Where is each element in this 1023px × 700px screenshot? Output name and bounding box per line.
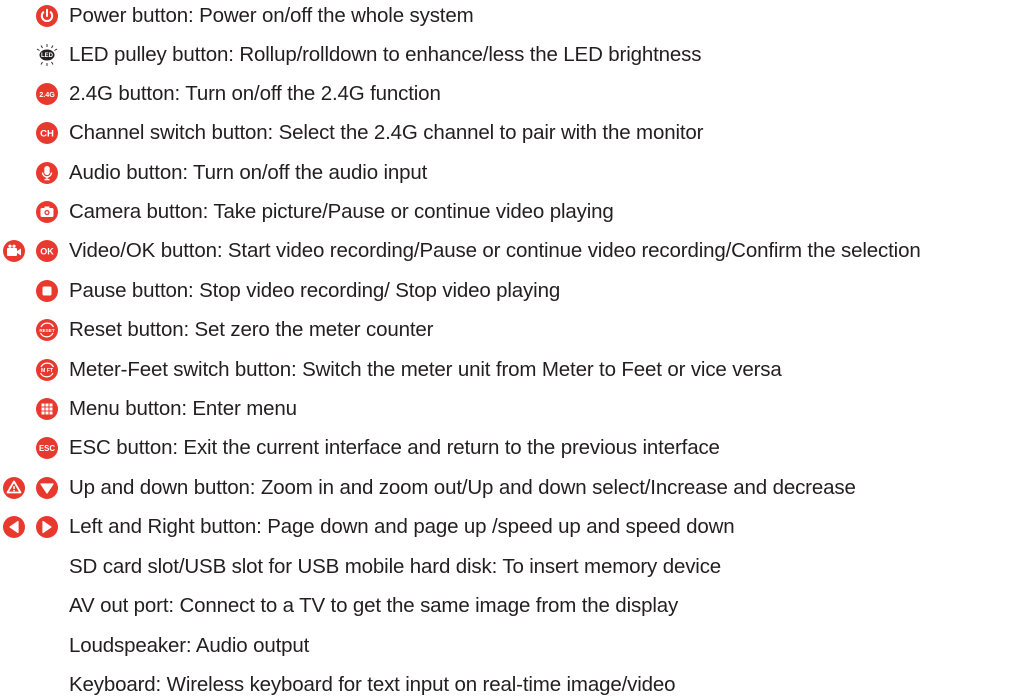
channel-icon: CH (36, 122, 58, 144)
left-arrow-icon (3, 516, 25, 538)
right-arrow-icon (36, 516, 58, 538)
svg-text:OK: OK (40, 247, 54, 257)
item-text: Audio button: Turn on/off the audio inpu… (69, 161, 428, 184)
camera-icon (36, 201, 58, 223)
item-text: Meter-Feet switch button: Switch the met… (69, 358, 782, 381)
item-text: ESC button: Exit the current interface a… (69, 436, 720, 459)
item-text: Keyboard: Wireless keyboard for text inp… (69, 673, 676, 696)
svg-text:CH: CH (40, 129, 54, 140)
item-text: Power button: Power on/off the whole sys… (69, 4, 474, 27)
2-4g-icon: 2.4G (36, 83, 58, 105)
item-text: 2.4G button: Turn on/off the 2.4G functi… (69, 82, 441, 105)
svg-text:ESC: ESC (39, 444, 55, 453)
down-arrow-icon (36, 477, 58, 499)
meter-feet-icon: M FT (36, 359, 58, 381)
reset-icon: RESET (36, 319, 58, 341)
svg-text:LED: LED (41, 53, 54, 59)
led-pulley-icon: LED (36, 44, 58, 66)
item-text: Pause button: Stop video recording/ Stop… (69, 279, 561, 302)
list-item-meter-feet: M FT Meter-Feet switch button: Switch th… (0, 355, 1023, 385)
item-text: Left and Right button: Page down and pag… (69, 515, 735, 538)
item-text: Video/OK button: Start video recording/P… (69, 239, 921, 262)
item-text: Loudspeaker: Audio output (69, 634, 310, 657)
list-item-av-out: AV out port: Connect to a TV to get the … (0, 591, 1023, 621)
menu-grid-icon (36, 398, 58, 420)
list-item-audio: Audio button: Turn on/off the audio inpu… (0, 158, 1023, 188)
item-text: Camera button: Take picture/Pause or con… (69, 200, 614, 223)
list-item-channel: CH Channel switch button: Select the 2.4… (0, 118, 1023, 148)
video-camera-icon (3, 240, 25, 262)
esc-icon: ESC (36, 437, 58, 459)
stop-icon (36, 280, 58, 302)
list-item-left-right: Left and Right button: Page down and pag… (0, 512, 1023, 542)
list-item-up-down: Up and down button: Zoom in and zoom out… (0, 473, 1023, 503)
svg-text:2.4G: 2.4G (39, 90, 55, 99)
item-text: AV out port: Connect to a TV to get the … (69, 594, 679, 617)
item-text: Menu button: Enter menu (69, 397, 297, 420)
item-text: Channel switch button: Select the 2.4G c… (69, 121, 704, 144)
list-item-sd-usb-slot: SD card slot/USB slot for USB mobile har… (0, 552, 1023, 582)
list-item-esc: ESC ESC button: Exit the current interfa… (0, 433, 1023, 463)
item-text: LED pulley button: Rollup/rolldown to en… (69, 43, 702, 66)
power-icon (36, 5, 58, 27)
svg-text:RESET: RESET (39, 328, 55, 333)
list-item-menu: Menu button: Enter menu (0, 394, 1023, 424)
list-item-keyboard: Keyboard: Wireless keyboard for text inp… (0, 670, 1023, 700)
item-text: SD card slot/USB slot for USB mobile har… (69, 555, 722, 578)
item-text: Reset button: Set zero the meter counter (69, 318, 434, 341)
list-item-2-4g: 2.4G 2.4G button: Turn on/off the 2.4G f… (0, 79, 1023, 109)
list-item-led-pulley: LED LED pulley button: Rollup/rolldown t… (0, 40, 1023, 70)
item-text: Up and down button: Zoom in and zoom out… (69, 476, 856, 499)
microphone-icon (36, 162, 58, 184)
list-item-video-ok: OK Video/OK button: Start video recordin… (0, 236, 1023, 266)
svg-text:M FT: M FT (41, 368, 54, 374)
up-arrow-icon (3, 477, 25, 499)
ok-icon: OK (36, 240, 58, 262)
list-item-camera: Camera button: Take picture/Pause or con… (0, 197, 1023, 227)
list-item-power: Power button: Power on/off the whole sys… (0, 1, 1023, 31)
list-item-pause: Pause button: Stop video recording/ Stop… (0, 276, 1023, 306)
list-item-reset: RESET Reset button: Set zero the meter c… (0, 315, 1023, 345)
list-item-loudspeaker: Loudspeaker: Audio output (0, 631, 1023, 661)
